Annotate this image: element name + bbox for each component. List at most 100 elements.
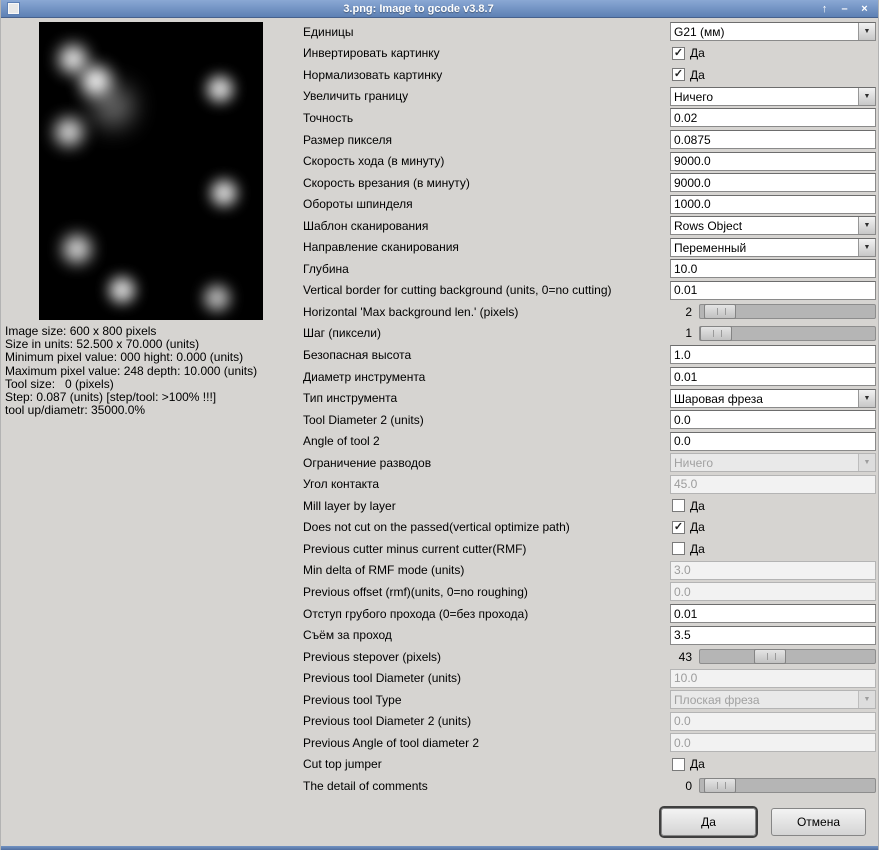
preview-dot (207, 76, 233, 102)
form-row: Шаг (пиксели) 1 (303, 323, 876, 345)
text-input[interactable] (670, 604, 876, 624)
row-label: Mill layer by layer (303, 498, 396, 513)
row-label: Угол контакта (303, 477, 380, 492)
slider-track[interactable] (699, 778, 876, 794)
row-label: Точность (303, 110, 354, 125)
row-label: Увеличить границу (303, 89, 409, 104)
chevron-down-icon: ▼ (858, 238, 875, 256)
text-input[interactable] (670, 280, 876, 300)
row-control (670, 344, 876, 366)
text-input[interactable] (670, 410, 876, 430)
text-input[interactable] (670, 108, 876, 128)
row-control: G21 (мм) ▼ (670, 21, 876, 43)
chevron-down-icon: ▼ (858, 217, 875, 235)
checkbox-label: Да (690, 46, 705, 61)
row-control (670, 581, 876, 603)
chevron-down-icon: ▼ (858, 23, 875, 41)
close-button[interactable]: × (858, 2, 871, 16)
dropdown[interactable]: Ничего ▼ (670, 86, 876, 106)
dropdown[interactable]: Шаровая фреза ▼ (670, 388, 876, 408)
row-label: Cut top jumper (303, 757, 382, 772)
slider-track[interactable] (699, 304, 876, 320)
checkbox[interactable] (672, 542, 685, 556)
row-label: Horizontal 'Max background len.' (pixels… (303, 304, 519, 319)
row-control (670, 711, 876, 733)
slider-handle[interactable] (704, 304, 737, 320)
text-input[interactable] (670, 345, 876, 365)
window-menu-icon[interactable] (8, 3, 19, 14)
text-input[interactable] (670, 130, 876, 149)
slider-handle[interactable] (704, 778, 737, 794)
form-row: Направление сканирования Переменный ▼ (303, 236, 876, 258)
minimize-button[interactable]: – (838, 2, 851, 16)
shade-button[interactable]: ↑ (818, 2, 831, 16)
form-row: Скорость хода (в минуту) (303, 150, 876, 172)
text-input[interactable] (670, 173, 876, 193)
form-row: The detail of comments 0 (303, 775, 876, 797)
slider-handle[interactable] (700, 325, 732, 341)
form-row: Точность (303, 107, 876, 129)
checkbox-label: Да (690, 757, 705, 772)
text-input[interactable] (670, 151, 876, 171)
dropdown-value: Ничего (674, 89, 714, 104)
form-rows: Единицы G21 (мм) ▼ Инвертировать картинку ✓ Д… (303, 21, 876, 797)
text-input[interactable] (670, 367, 876, 387)
form-row: Previous tool Diameter 2 (units) (303, 711, 876, 733)
row-control (670, 280, 876, 302)
row-label: Previous Angle of tool diameter 2 (303, 735, 480, 750)
slider-track[interactable] (699, 325, 876, 341)
preview-dot (59, 45, 87, 73)
row-control: Да (670, 754, 876, 776)
image-preview (39, 22, 263, 320)
row-control (670, 172, 876, 194)
form-row: Angle of tool 2 (303, 430, 876, 452)
row-control: Да (670, 538, 876, 560)
form-row: Previous tool Type Плоская фреза ▼ (303, 689, 876, 711)
row-label: Нормализовать картинку (303, 67, 443, 82)
row-label: Ограничение разводов (303, 455, 432, 470)
form-row: Обороты шпинделя (303, 193, 876, 215)
form-row: Cut top jumper Да (303, 754, 876, 776)
chevron-down-icon: ▼ (858, 389, 875, 407)
ok-button[interactable]: Да (661, 808, 756, 836)
dropdown-value: Плоская фреза (674, 693, 760, 708)
dropdown[interactable]: Переменный ▼ (670, 237, 876, 257)
cancel-button[interactable]: Отмена (771, 808, 866, 836)
text-input[interactable] (670, 431, 876, 451)
row-label: Диаметр инструмента (303, 369, 426, 384)
row-label: Скорость хода (в минуту) (303, 154, 445, 169)
slider-track[interactable] (699, 649, 876, 665)
slider-handle[interactable] (754, 649, 787, 665)
form-row: Угол контакта (303, 473, 876, 495)
preview-dot (211, 180, 237, 206)
checkbox[interactable]: ✓ (672, 68, 685, 82)
row-control: 43 (670, 646, 876, 668)
checkbox-label: Да (690, 520, 705, 535)
row-label: Тип инструмента (303, 391, 398, 406)
row-label: Previous tool Diameter 2 (units) (303, 714, 472, 729)
dropdown-value: Шаровая фреза (674, 391, 763, 406)
dropdown-value: Переменный (674, 240, 747, 255)
row-label: Шаблон сканирования (303, 218, 429, 233)
row-control (670, 732, 876, 754)
window-title: 3.png: Image to gcode v3.8.7 (343, 2, 494, 15)
row-control: Ничего ▼ (670, 452, 876, 474)
row-label: Min delta of RMF mode (units) (303, 563, 465, 578)
row-control (670, 129, 876, 151)
text-input[interactable] (670, 259, 876, 279)
checkbox[interactable] (672, 757, 685, 771)
text-input[interactable] (670, 625, 876, 645)
row-label: Обороты шпинделя (303, 197, 413, 212)
text-input[interactable] (670, 194, 876, 214)
row-label: Шаг (пиксели) (303, 326, 381, 341)
checkbox[interactable] (672, 499, 685, 513)
dropdown[interactable]: G21 (мм) ▼ (670, 22, 876, 42)
dropdown[interactable]: Rows Object ▼ (670, 216, 876, 236)
text-input (670, 668, 876, 688)
checkbox[interactable]: ✓ (672, 46, 685, 60)
form-row: Does not cut on the passed(vertical opti… (303, 517, 876, 539)
row-control: ✓ Да (670, 64, 876, 86)
checkbox[interactable]: ✓ (672, 520, 685, 534)
slider-value: 43 (678, 649, 692, 664)
dialog-footer: Да Отмена (303, 808, 866, 836)
